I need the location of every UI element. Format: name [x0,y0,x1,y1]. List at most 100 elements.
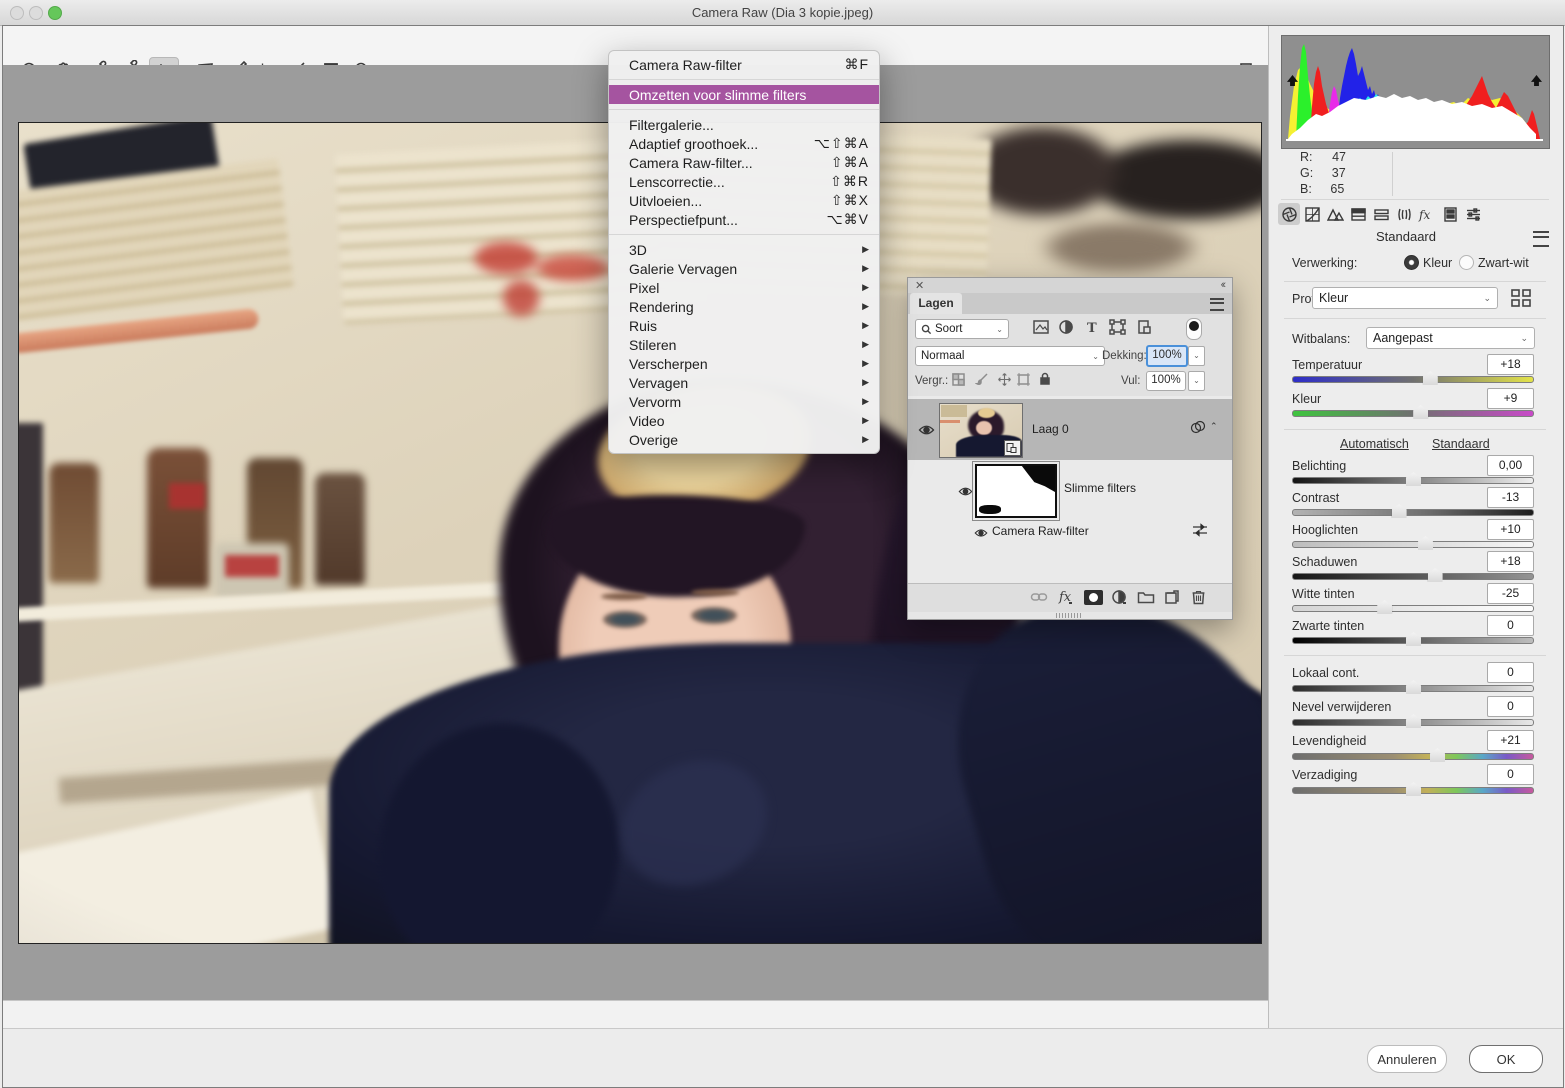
tab-calibration-icon[interactable] [1439,203,1461,225]
tab-lens-corrections-icon[interactable] [1393,203,1415,225]
cancel-button[interactable]: Annuleren [1367,1045,1447,1073]
filter-pixel-layers-icon[interactable] [1032,319,1050,335]
highlights-slider[interactable] [1292,541,1534,548]
menu-item[interactable]: Camera Raw-filter ⌘F [609,55,879,74]
lock-artboard-icon[interactable] [1016,372,1031,387]
processing-color-radio[interactable] [1404,255,1419,270]
panel-resize-grip[interactable] [1056,613,1082,618]
ok-button[interactable]: OK [1469,1045,1543,1073]
close-window-button[interactable] [10,6,24,20]
tab-detail-icon[interactable] [1324,203,1346,225]
slider-value-field[interactable]: +9 [1487,388,1534,409]
menu-item-submenu[interactable]: Pixel ▶ [609,278,879,297]
tab-presets-icon[interactable] [1462,203,1484,225]
new-group-folder-icon[interactable] [1137,590,1155,604]
menu-item-submenu[interactable]: Video ▶ [609,411,879,430]
new-adjustment-layer-icon[interactable] [1111,589,1127,605]
whites-slider[interactable] [1292,605,1534,612]
menu-item-submenu[interactable]: Rendering ▶ [609,297,879,316]
slider-value-field[interactable]: +18 [1487,551,1534,572]
histogram[interactable] [1281,35,1550,149]
vibrance-slider[interactable] [1292,753,1534,760]
slider-value-field[interactable]: -25 [1487,583,1534,604]
slider-value-field[interactable]: +18 [1487,354,1534,375]
layer-style-fx-icon[interactable]: fx [1057,588,1075,606]
saturation-slider[interactable] [1292,787,1534,794]
menu-item-submenu[interactable]: Ruis ▶ [609,316,879,335]
lock-transparency-icon[interactable] [951,372,966,387]
slider-value-field[interactable]: +10 [1487,519,1534,540]
menu-item-submenu[interactable]: Overige ▶ [609,430,879,449]
filter-smart-objects-icon[interactable] [1136,319,1152,335]
delete-layer-trash-icon[interactable] [1191,589,1206,605]
filter-blending-options-icon[interactable] [1191,523,1209,542]
tab-basic-icon[interactable] [1278,203,1300,225]
fill-dropdown[interactable]: ⌄ [1188,371,1205,391]
smart-filters-eye-icon[interactable] [958,484,973,502]
highlight-clipping-warning-icon[interactable] [1531,75,1544,87]
processing-color-label[interactable]: Kleur [1423,256,1452,270]
slider-value-field[interactable]: 0 [1487,764,1534,785]
fill-field[interactable]: 100% [1146,371,1186,391]
slider-value-field[interactable]: 0 [1487,662,1534,683]
menu-item-submenu[interactable]: Vervagen ▶ [609,373,879,392]
opacity-dropdown[interactable]: ⌄ [1188,346,1205,366]
smart-filters-row[interactable]: Slimme filters [908,460,1232,522]
menu-item-submenu[interactable]: Galerie Vervagen ▶ [609,259,879,278]
tab-tone-curve-icon[interactable] [1301,203,1323,225]
filter-shape-layers-icon[interactable] [1109,319,1126,335]
processing-bw-radio[interactable] [1459,255,1474,270]
link-layers-icon[interactable] [1030,590,1048,604]
menu-item[interactable]: Uitvloeien... ⇧⌘X [609,191,879,210]
exposure-slider[interactable] [1292,477,1534,484]
processing-bw-label[interactable]: Zwart-wit [1478,256,1529,270]
minimize-window-button[interactable] [29,6,43,20]
default-link[interactable]: Standaard [1432,437,1490,451]
shadows-slider[interactable] [1292,573,1534,580]
layer-filter-type-select[interactable]: Soort ⌄ [915,319,1009,339]
menu-item[interactable]: Adaptief groothoek... ⌥⇧⌘A [609,134,879,153]
acr-panel-menu-icon[interactable] [1533,231,1549,247]
smart-filter-eye-icon[interactable] [974,525,988,543]
layer-thumbnail[interactable] [939,403,1023,458]
slider-value-field[interactable]: +21 [1487,730,1534,751]
smart-filter-mask-thumbnail[interactable] [975,464,1057,518]
layer-name[interactable]: Laag 0 [1032,422,1069,436]
white-balance-select[interactable]: Aangepast⌄ [1366,327,1535,349]
lock-position-icon[interactable] [997,372,1012,387]
tint-slider[interactable] [1292,410,1534,417]
menu-item[interactable]: Filtergalerie... [609,115,879,134]
slider-value-field[interactable]: 0,00 [1487,455,1534,476]
layer-row[interactable]: Laag 0 ⌃ [908,399,1232,460]
layers-panel-menu-icon[interactable] [1210,298,1224,311]
clarity-slider[interactable] [1292,685,1534,692]
opacity-field[interactable]: 100% [1146,345,1188,367]
lock-all-icon[interactable] [1038,371,1052,386]
filter-type-layers-icon[interactable]: T [1084,319,1100,335]
layer-filter-toggle[interactable] [1186,318,1202,340]
slider-value-field[interactable]: 0 [1487,615,1534,636]
smart-filter-entry-row[interactable]: Camera Raw-filter [908,522,1232,544]
smart-filter-indicator-icon[interactable] [1188,419,1208,442]
add-layer-mask-icon[interactable] [1084,590,1103,605]
slider-value-field[interactable]: -13 [1487,487,1534,508]
layer-visibility-eye-icon[interactable] [918,423,935,441]
zoom-window-button[interactable] [48,6,62,20]
dehaze-slider[interactable] [1292,719,1534,726]
menu-item-highlighted[interactable]: Omzetten voor slimme filters [609,85,879,104]
menu-item[interactable]: Perspectiefpunt... ⌥⌘V [609,210,879,229]
shadow-clipping-warning-icon[interactable] [1287,75,1300,87]
tab-hsl-icon[interactable] [1347,203,1369,225]
blend-mode-select[interactable]: Normaal ⌄ [915,346,1105,366]
collapse-panel-icon[interactable]: ‹‹ [1221,279,1224,291]
menu-item-submenu[interactable]: Vervorm ▶ [609,392,879,411]
contrast-slider[interactable] [1292,509,1534,516]
filter-adjustment-layers-icon[interactable] [1058,319,1074,335]
temperature-slider[interactable] [1292,376,1534,383]
auto-link[interactable]: Automatisch [1340,437,1409,451]
profile-browser-icon[interactable] [1510,288,1532,313]
menu-item[interactable]: Lenscorrectie... ⇧⌘R [609,172,879,191]
menu-item-submenu[interactable]: Stileren ▶ [609,335,879,354]
tab-layers[interactable]: Lagen [910,293,962,314]
slider-value-field[interactable]: 0 [1487,696,1534,717]
